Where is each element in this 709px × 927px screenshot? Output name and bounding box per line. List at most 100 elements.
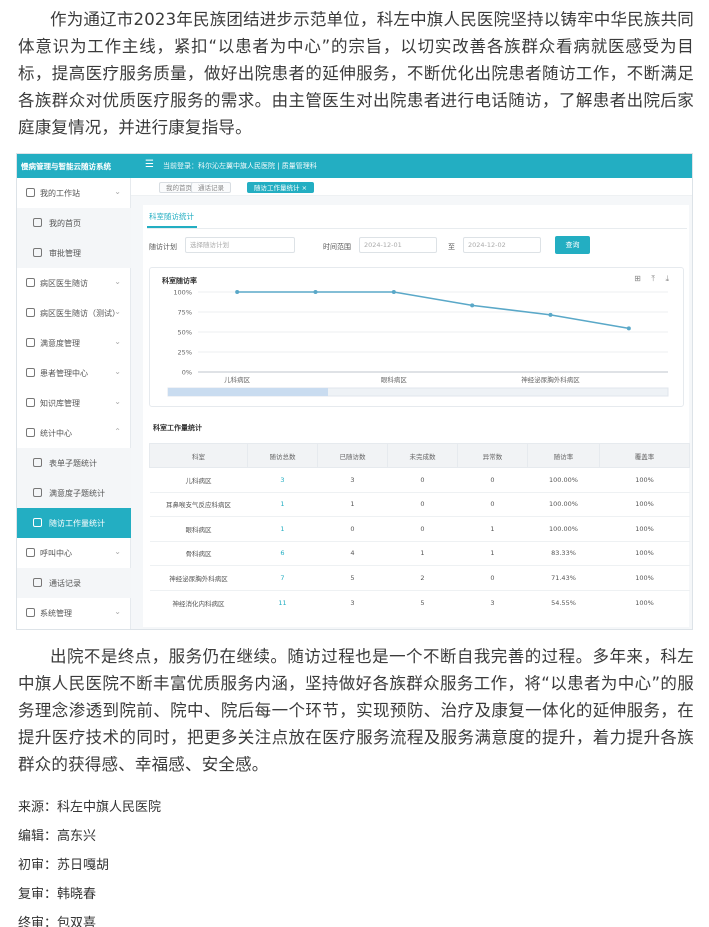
x-tick-label: 神经泌尿胸外科病区 — [521, 375, 580, 384]
table-cell[interactable]: 7 — [247, 565, 318, 590]
table-cell: 0 — [387, 467, 458, 492]
data-point — [235, 290, 240, 294]
credit-value: 苏日嘎胡 — [57, 858, 110, 873]
sidebar-item-label: 知识库管理 — [40, 399, 80, 408]
ward-icon — [26, 278, 35, 287]
table-cell: 2 — [387, 565, 458, 590]
sidebar-item[interactable]: 统计中心 ⌃ — [17, 418, 131, 448]
table-cell: 5 — [387, 589, 458, 615]
record-icon — [33, 578, 42, 587]
data-point — [470, 303, 475, 308]
credit-label: 复审： — [18, 887, 58, 902]
data-point — [313, 290, 318, 294]
table-cell[interactable]: 1 — [247, 491, 318, 517]
table-cell: 0 — [317, 516, 388, 541]
approve-icon — [33, 248, 42, 257]
table-header-cell: 随访总数 — [247, 443, 318, 468]
table-cell: 100.00% — [527, 516, 600, 541]
table-header-cell: 未完成数 — [387, 443, 458, 468]
followup-rate-chart: 100% 75% 50% 25% 0% 儿科病区 眼科病区 神经泌尿胸外科病区 — [167, 289, 669, 397]
table-cell: 100% — [599, 589, 690, 615]
sidebar-item-label: 满意度管理 — [40, 339, 80, 348]
range-separator: 至 — [448, 243, 455, 251]
plan-select[interactable]: 选择随访计划 — [185, 237, 295, 253]
table-cell[interactable]: 1 — [247, 516, 318, 541]
credit-line: 编辑：高东兴 — [18, 825, 96, 844]
start-date-input[interactable]: 2024-12-01 — [359, 237, 437, 253]
sidebar-item-label: 通话记录 — [49, 579, 81, 588]
sidebar-item[interactable]: 表单子题统计 — [17, 448, 131, 478]
table-cell: 儿科病区 — [149, 467, 248, 492]
app-brand: 慢病管理与智能云随访系统 — [21, 162, 111, 171]
table-cell: 100% — [599, 540, 690, 566]
table-cell: 骨科病区 — [149, 540, 248, 566]
data-point — [548, 312, 553, 317]
range-label: 时间范围 — [323, 243, 351, 251]
monitor-icon — [26, 188, 35, 197]
sidebar-item-label: 病区医生随访 — [40, 279, 88, 288]
article-paragraph-1: 作为通辽市2023年民族团结进步示范单位，科左中旗人民医院坚持以铸牢中华民族共同… — [18, 10, 694, 137]
sidebar-item[interactable]: 系统管理 ⌄ — [17, 598, 131, 628]
table-cell: 3 — [317, 589, 388, 615]
table-cell: 1 — [317, 491, 388, 517]
sidebar-item-label: 病区医生随访（测试） — [40, 309, 120, 318]
tab-divider — [147, 228, 687, 229]
sidebar-item[interactable]: 知识库管理 ⌄ — [17, 388, 131, 418]
chart-card: 100% 75% 50% 25% 0% 儿科病区 眼科病区 神经泌尿胸外科病区 科室随访率 ⊞… — [149, 267, 684, 407]
user-info: 当前登录：科尔沁左翼中旗人民医院 | 质量管理科 — [163, 162, 317, 170]
y-tick-label: 50% — [178, 329, 192, 337]
sidebar-item[interactable]: 通话记录 — [17, 568, 131, 598]
table-cell: 100.00% — [527, 467, 600, 492]
chevron-icon: ⌄ — [114, 337, 121, 346]
table-row: 儿科病区 3 3 0 0 100.00% 100% — [149, 467, 690, 492]
sidebar-item-label: 表单子题统计 — [49, 459, 97, 468]
home-icon — [33, 218, 42, 227]
sidebar-item-label: 统计中心 — [40, 429, 72, 438]
table-cell: 0 — [387, 491, 458, 517]
table-row: 神经泌尿胸外科病区 7 5 2 0 71.43% 100% — [149, 565, 690, 590]
chart-toolbox-icons[interactable]: ⊞ ⤒ ⤓ — [634, 274, 673, 284]
table-cell: 0 — [457, 467, 528, 492]
sidebar-item[interactable]: 满意度子题统计 — [17, 478, 131, 508]
table-cell[interactable]: 11 — [247, 589, 318, 615]
table-cell: 0 — [457, 565, 528, 590]
sidebar-item[interactable]: 审批管理 — [17, 238, 131, 268]
credit-line: 初审：苏日嘎胡 — [18, 854, 109, 873]
open-tab[interactable]: 随访工作量统计 × — [247, 182, 315, 193]
table-cell[interactable]: 3 — [247, 467, 318, 492]
query-button[interactable]: 查询 — [555, 236, 590, 254]
sidebar: 我的工作站 ⌄ 我的首页 审批管理 病区医生随访 ⌄ 病区医生随访（测试） ⌄ 满意度管理 ⌄ 患者… — [17, 178, 131, 629]
x-tick-label: 眼科病区 — [381, 375, 408, 384]
sidebar-item[interactable]: 患者管理中心 ⌄ — [17, 358, 131, 388]
sidebar-item[interactable]: 随访工作量统计 — [17, 508, 131, 538]
tab-dept-followup[interactable]: 科室随访统计 — [149, 211, 194, 222]
table-cell: 71.43% — [527, 565, 600, 590]
chevron-icon: ⌄ — [114, 547, 121, 556]
y-tick-label: 100% — [173, 289, 192, 297]
sidebar-item-label: 满意度子题统计 — [49, 489, 105, 498]
sidebar-item-label: 我的首页 — [49, 219, 81, 228]
table-cell: 5 — [317, 565, 388, 590]
sidebar-item[interactable]: 病区医生随访（测试） ⌄ — [17, 298, 131, 328]
credit-label: 来源： — [18, 800, 58, 815]
end-date-input[interactable]: 2024-12-02 — [463, 237, 541, 253]
table-cell: 神经泌尿胸外科病区 — [149, 565, 248, 590]
form-icon — [33, 458, 42, 467]
workload-table: 科室 随访总数 已随访数 未完成数 异常数 随访率 覆盖率 儿科病区 3 3 0 0 100.00% 1… — [149, 443, 690, 615]
sidebar-item[interactable]: 我的首页 — [17, 208, 131, 238]
chevron-icon: ⌄ — [114, 187, 121, 196]
chevron-icon: ⌄ — [114, 397, 121, 406]
menu-toggle-icon[interactable]: ☰ — [145, 159, 154, 170]
plan-label: 随访计划 — [149, 243, 177, 251]
credit-line: 复审：韩晓春 — [18, 883, 96, 902]
sidebar-item-label: 审批管理 — [49, 249, 81, 258]
sidebar-item[interactable]: 病区医生随访 ⌄ — [17, 268, 131, 298]
table-cell[interactable]: 6 — [247, 540, 318, 566]
sidebar-item[interactable]: 呼叫中心 ⌄ — [17, 538, 131, 568]
y-tick-label: 75% — [178, 309, 192, 317]
sidebar-item[interactable]: 我的工作站 ⌄ — [17, 178, 131, 208]
credit-value: 科左中旗人民医院 — [57, 800, 162, 815]
sidebar-item[interactable]: 满意度管理 ⌄ — [17, 328, 131, 358]
table-cell: 1 — [457, 540, 528, 566]
open-tab[interactable]: 通话记录 — [191, 182, 231, 193]
